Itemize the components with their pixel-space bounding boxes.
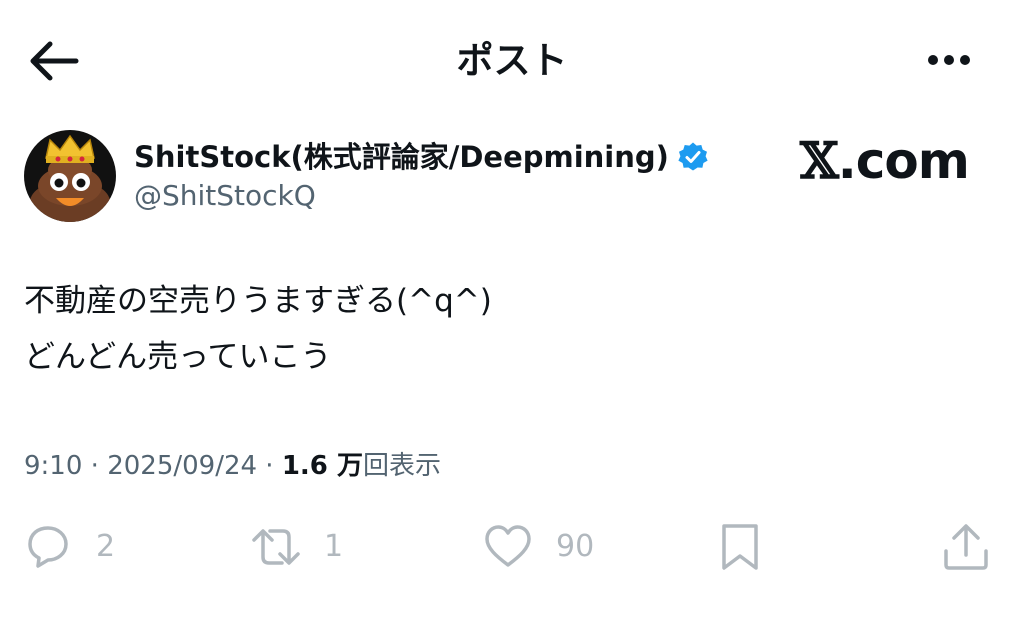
- meta-separator: ·: [82, 451, 108, 481]
- tweet-text-line: どんどん売っていこう: [24, 339, 332, 375]
- ellipsis-icon: [928, 55, 970, 65]
- bookmark-icon: [722, 524, 758, 570]
- x-logo-icon: 𝕏: [800, 131, 839, 190]
- meta-separator: ·: [257, 451, 282, 481]
- verified-badge-icon: [678, 142, 708, 171]
- share-icon: [944, 524, 988, 570]
- repost-count: 1: [324, 529, 344, 564]
- tweet-time[interactable]: 9:10: [24, 451, 82, 481]
- view-count-label: 回表示: [362, 451, 441, 481]
- tweet-meta: 9:10 · 2025/09/24 · 1.6 万回表示: [24, 446, 441, 486]
- like-button[interactable]: 90: [482, 520, 594, 574]
- repost-icon: [252, 529, 300, 565]
- tweet-text-line: 不動産の空売りうますぎる(^q^): [24, 283, 492, 319]
- bookmark-button[interactable]: [714, 520, 766, 574]
- reply-icon: [28, 526, 68, 568]
- share-button[interactable]: [940, 520, 992, 574]
- x-com-watermark: 𝕏.com: [800, 131, 970, 191]
- author-handle[interactable]: @ShitStockQ: [134, 176, 316, 216]
- more-options-button[interactable]: [920, 42, 978, 78]
- page-title: ポスト: [456, 39, 568, 82]
- repost-button[interactable]: 1: [250, 520, 343, 574]
- like-count: 90: [556, 529, 595, 564]
- heart-icon: [485, 525, 531, 567]
- brand-domain: .com: [837, 132, 970, 190]
- author-display-name[interactable]: ShitStock(株式評論家/Deepmining): [134, 136, 669, 178]
- poop-crown-avatar-icon: [24, 130, 116, 222]
- reply-button[interactable]: 2: [22, 520, 115, 574]
- tweet-date[interactable]: 2025/09/24: [107, 451, 257, 481]
- reply-count: 2: [96, 529, 116, 564]
- view-count: 1.6 万: [281, 451, 363, 481]
- avatar[interactable]: [24, 130, 116, 222]
- author-name-row[interactable]: ShitStock(株式評論家/Deepmining): [134, 136, 709, 178]
